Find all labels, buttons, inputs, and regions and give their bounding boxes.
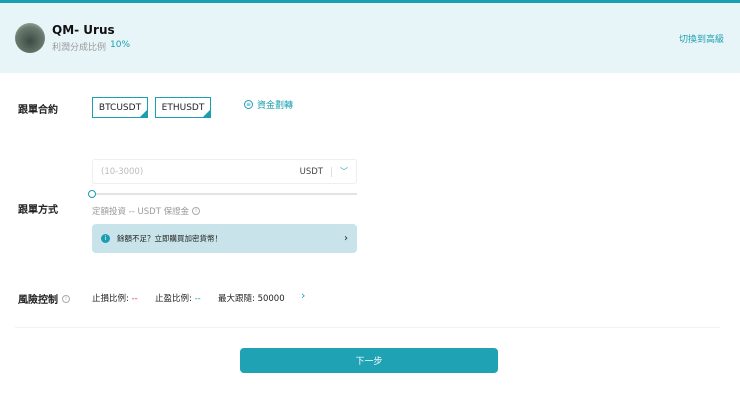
info-icon[interactable]: i <box>192 207 201 215</box>
amount-placeholder: (10-3000) <box>101 166 144 177</box>
fund-transfer-link[interactable]: ≡ 資金劃轉 <box>244 98 293 111</box>
take-profit-label: 止盈比例: <box>155 294 192 304</box>
risk-settings-chevron-icon[interactable]: › <box>301 289 305 302</box>
risk-control-text: 風險控制 <box>18 295 58 306</box>
contract-label: 跟單合約 <box>18 105 58 116</box>
amount-slider-handle[interactable] <box>88 190 96 198</box>
chevron-right-icon: › <box>344 233 348 244</box>
divider <box>15 327 720 328</box>
transfer-icon: ≡ <box>244 100 253 109</box>
take-profit: 止盈比例: -- <box>155 292 201 304</box>
profit-share-value: 10% <box>110 40 131 50</box>
info-icon[interactable]: i <box>62 294 70 303</box>
take-profit-value: -- <box>194 294 201 304</box>
risk-control-label: 風險控制 i <box>18 291 70 306</box>
info-icon: i <box>101 234 110 243</box>
amount-slider-track[interactable] <box>92 193 357 195</box>
stop-loss-value: -- <box>131 294 138 304</box>
max-follow: 最大跟隨: 50000 <box>218 292 285 304</box>
tag-btcusdt[interactable]: BTCUSDT <box>92 97 148 118</box>
max-follow-value: 50000 <box>257 294 285 304</box>
stop-loss-label: 止損比例: <box>92 294 129 304</box>
margin-hint: 定額投資 -- USDT 保證金 i <box>92 205 201 217</box>
buy-crypto-banner[interactable]: i 餘額不足？立即購買加密貨幣！ › <box>92 224 357 253</box>
tag-ethusdt[interactable]: ETHUSDT <box>155 97 211 118</box>
margin-hint-text: 定額投資 -- USDT 保證金 <box>92 207 190 217</box>
trader-name: QM- Urus <box>52 23 115 37</box>
switch-advanced-link[interactable]: 切換到高級 <box>679 32 724 45</box>
banner-text: 餘額不足？立即購買加密貨幣！ <box>117 234 222 243</box>
unit-select[interactable]: USDT <box>300 167 323 177</box>
next-step-button[interactable]: 下一步 <box>240 348 498 373</box>
trader-header <box>0 3 740 73</box>
max-follow-label: 最大跟隨: <box>218 294 255 304</box>
chevron-down-icon[interactable]: ﹀ <box>340 166 348 177</box>
amount-input[interactable]: (10-3000) USDT ﹀ <box>92 159 357 184</box>
avatar <box>15 23 45 53</box>
divider <box>331 166 332 177</box>
stop-loss: 止損比例: -- <box>92 292 138 304</box>
follow-mode-label: 跟單方式 <box>18 205 58 216</box>
fund-transfer-label: 資金劃轉 <box>257 101 294 111</box>
profit-share-label: 利潤分成比例 <box>52 43 107 53</box>
